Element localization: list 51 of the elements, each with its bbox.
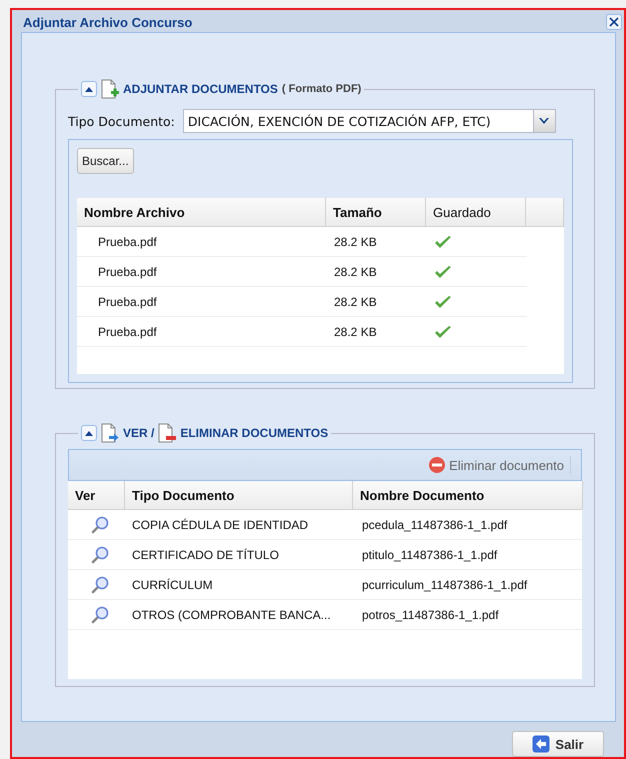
table-cell-text: COPIA CÉDULA DE IDENTIDAD — [131, 516, 310, 534]
table-cell-text: ptitulo_11487386-1_1.pdf — [361, 546, 498, 564]
table-cell-text: Prueba.pdf — [97, 294, 158, 310]
document-type-select[interactable]: DICACIÓN, EXENCIÓN DE COTIZACIÓN AFP, ETC) — [182, 109, 556, 133]
column-header[interactable]: Tipo Documento — [125, 481, 353, 509]
delete-document-button[interactable]: Eliminar documento — [428, 456, 571, 474]
column-header[interactable]: Tamaño — [326, 198, 426, 226]
table-cell-text: pcedula_11487386-1_1.pdf — [361, 516, 508, 534]
table-cell-text: 28.2 KB — [333, 234, 378, 250]
table-cell-text: pcurriculum_11487386-1_1.pdf — [361, 576, 528, 594]
caret-icon — [85, 430, 93, 436]
section-title: ELIMINAR DOCUMENTOS — [180, 426, 328, 440]
section-title: ADJUNTAR DOCUMENTOS — [123, 82, 278, 96]
table-cell-text: CERTIFICADO DE TÍTULO — [131, 546, 280, 564]
collapse-toggle[interactable] — [81, 425, 97, 441]
table-cell-text: potros_11487386-1_1.pdf — [361, 606, 500, 624]
column-header[interactable]: Nombre Archivo — [77, 198, 326, 226]
search-icon[interactable] — [91, 546, 109, 564]
remove-icon — [428, 456, 446, 474]
check-icon — [434, 294, 452, 308]
table-cell-text: CURRÍCULUM — [131, 576, 214, 594]
section-title: VER / — [123, 426, 154, 440]
search-icon[interactable] — [91, 576, 109, 594]
document-arrow-icon — [101, 423, 119, 443]
search-icon[interactable] — [91, 606, 109, 624]
collapse-toggle[interactable] — [81, 81, 97, 97]
table-cell-text: Prueba.pdf — [97, 264, 158, 280]
browse-button[interactable]: Buscar... — [77, 148, 134, 174]
column-header[interactable]: Ver — [68, 481, 125, 509]
document-minus-icon — [158, 423, 176, 443]
check-icon — [434, 324, 452, 338]
check-icon — [434, 264, 452, 278]
exit-button[interactable]: Salir — [512, 731, 604, 757]
table-cell-text: Prueba.pdf — [97, 324, 158, 340]
document-add-icon — [101, 79, 119, 99]
window-title: Adjuntar Archivo Concurso — [23, 14, 192, 30]
table-cell-text: 28.2 KB — [333, 324, 378, 340]
table-cell-text: 28.2 KB — [333, 264, 378, 280]
caret-icon — [85, 86, 93, 92]
search-icon[interactable] — [91, 516, 109, 534]
dropdown-button[interactable] — [532, 110, 555, 132]
table-cell-text: 28.2 KB — [333, 294, 378, 310]
close-icon[interactable] — [606, 14, 622, 30]
table-cell-text: OTROS (COMPROBANTE BANCA... — [131, 606, 332, 624]
caret-icon — [539, 118, 550, 124]
format-note: ( Formato PDF) — [282, 83, 362, 95]
column-header[interactable]: Nombre Documento — [353, 481, 583, 509]
column-header[interactable]: Guardado — [426, 198, 526, 226]
table-cell-text: Prueba.pdf — [97, 234, 158, 250]
check-icon — [434, 234, 452, 248]
field-label: Tipo Documento: — [68, 114, 175, 128]
